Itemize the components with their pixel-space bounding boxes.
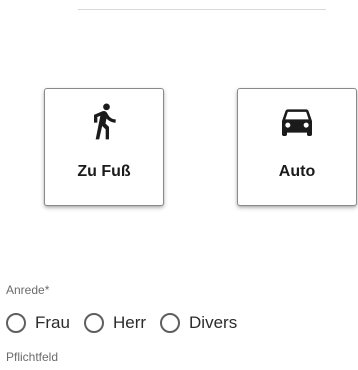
radio-label-herr: Herr	[112, 313, 147, 332]
radio-option-divers[interactable]: Divers	[160, 313, 237, 333]
radio-button-frau[interactable]	[6, 313, 26, 333]
radio-option-frau[interactable]: Frau	[6, 313, 70, 333]
car-icon	[277, 101, 317, 141]
salutation-radio-group: Frau Herr Divers	[6, 306, 251, 340]
radio-button-divers[interactable]	[160, 313, 181, 333]
pedestrian-icon	[84, 101, 124, 141]
walk-option-label: Zu Fuß	[77, 163, 131, 180]
radio-label-divers: Divers	[189, 313, 238, 332]
walk-option-card[interactable]: Zu Fuß	[44, 88, 164, 206]
top-divider	[78, 9, 326, 10]
salutation-label: Anrede*	[6, 283, 50, 297]
car-option-card[interactable]: Auto	[237, 88, 357, 206]
radio-label-frau: Frau	[35, 313, 70, 332]
required-helper-text: Pflichtfeld	[6, 350, 59, 364]
radio-option-herr[interactable]: Herr	[83, 313, 147, 333]
radio-button-herr[interactable]	[83, 313, 104, 333]
car-option-label: Auto	[278, 163, 316, 180]
